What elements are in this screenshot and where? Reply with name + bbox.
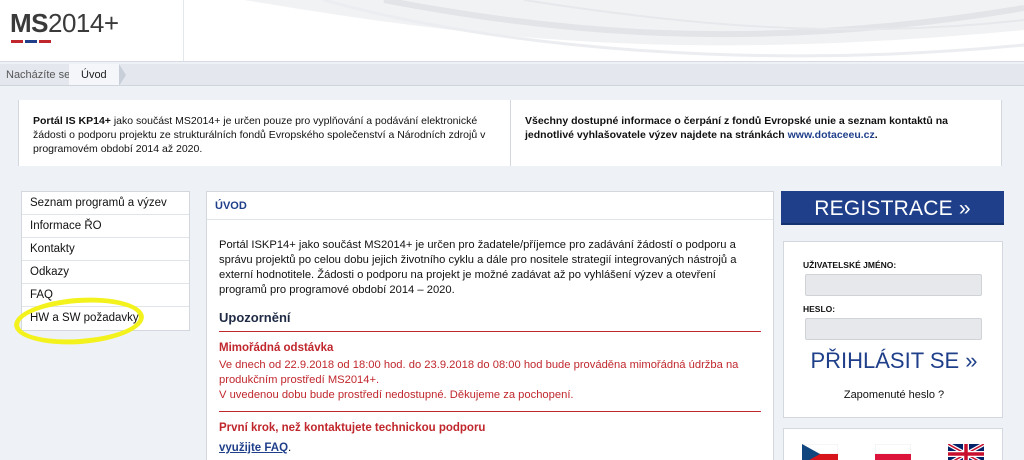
logo-flag-stripes [11,40,119,43]
czech-flag-icon[interactable] [802,444,838,460]
password-input[interactable] [805,318,982,340]
username-input[interactable] [805,274,982,296]
ms2014-logo[interactable]: MS2014+ [10,8,119,43]
password-label: HESLO: [803,304,836,314]
dotaceeu-link[interactable]: www.dotaceeu.cz [788,129,875,141]
main-content: ÚVOD Portál ISKP14+ jako součást MS2014+… [206,191,774,460]
breadcrumb-label: Nacházíte se: [6,69,74,81]
info-funds-end: . [874,129,878,141]
username-label: UŽIVATELSKÉ JMÉNO: [803,260,897,270]
faq-link[interactable]: využijte FAQ [219,442,288,454]
info-portal-description: Portál IS KP14+ jako součást MS2014+ je … [18,100,510,166]
nav-item-faq[interactable]: FAQ [22,284,189,307]
nav-item-ro-info[interactable]: Informace ŘO [22,215,189,238]
support-notice: První krok, než kontaktujete technickou … [219,412,761,460]
uk-flag-icon[interactable] [948,444,984,460]
nav-item-contacts[interactable]: Kontakty [22,238,189,261]
outage-text-1: Ve dnech od 22.9.2018 od 18:00 hod. do 2… [219,359,739,386]
outage-title: Mimořádná odstávka [219,342,334,354]
header-swoosh-decoration [244,0,1024,58]
outage-notice: Mimořádná odstávka Ve dnech od 22.9.2018… [219,332,761,412]
warning-title: Upozornění [219,310,761,332]
support-title: První krok, než kontaktujete technickou … [219,422,486,434]
info-funds-description: Všechny dostupné informace o čerpání z f… [510,100,1002,166]
login-panel: UŽIVATELSKÉ JMÉNO: HESLO: PŘIHLÁSIT SE »… [783,241,1003,418]
faq-link-end: . [288,442,292,454]
intro-text: Portál ISKP14+ jako součást MS2014+ je u… [219,239,737,296]
forgot-password-link[interactable]: Zapomenuté heslo ? [784,389,1004,401]
nav-item-links[interactable]: Odkazy [22,261,189,284]
info-bar: Portál IS KP14+ jako součást MS2014+ je … [18,100,1002,166]
breadcrumb-current[interactable]: Úvod [69,64,126,86]
polish-flag-icon[interactable] [875,444,911,460]
info-funds-text: Všechny dostupné informace o čerpání z f… [525,115,949,141]
nav-item-hw-sw-requirements[interactable]: HW a SW požadavky [22,307,189,330]
main-heading: ÚVOD [207,192,773,220]
info-portal-name: Portál IS KP14+ [33,115,111,127]
outage-text-2: V uvedenou dobu bude prostředí nedostupn… [219,389,574,401]
page-header: MS2014+ [0,0,1024,62]
logo-text-bold: MS [10,8,49,38]
breadcrumb: Nacházíte se: Úvod [0,64,1024,86]
nav-item-programs[interactable]: Seznam programů a výzev [22,192,189,215]
logo-text-regular: 2014+ [48,8,119,38]
login-button[interactable]: PŘIHLÁSIT SE » [784,348,1004,374]
language-selector [783,428,1003,460]
left-navigation: Seznam programů a výzev Informace ŘO Kon… [21,191,190,331]
header-divider [183,0,184,61]
register-button[interactable]: REGISTRACE » [781,191,1004,225]
